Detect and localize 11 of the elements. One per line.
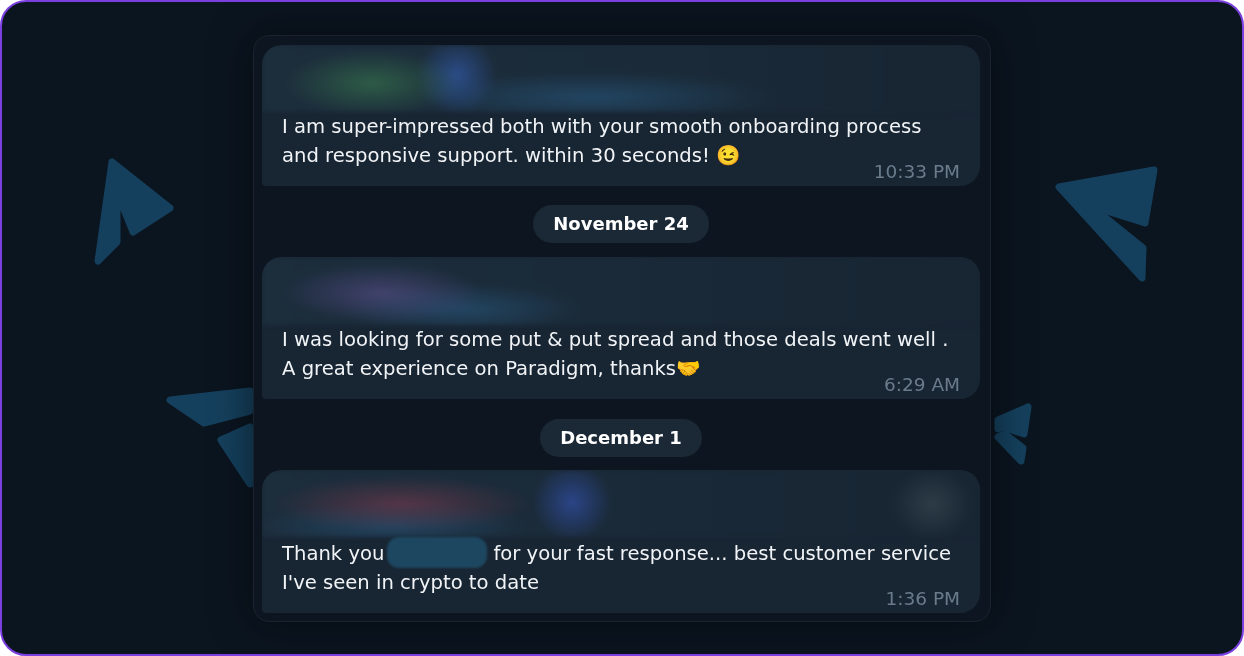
paper-plane-icon (994, 403, 1032, 465)
paper-plane-icon (1055, 166, 1158, 282)
paper-plane-icon (94, 158, 174, 265)
date-label: December 1 (540, 418, 702, 457)
message-text: Thank you (282, 541, 385, 567)
message-text: I've seen in crypto to date (282, 570, 539, 596)
message-time: 6:29 AM (883, 374, 960, 395)
message-time: 1:36 PM (885, 589, 960, 609)
date-label: November 24 (533, 205, 709, 244)
message-text: for your fast response... best customer service (493, 541, 952, 567)
paper-plane-icon (166, 387, 254, 488)
